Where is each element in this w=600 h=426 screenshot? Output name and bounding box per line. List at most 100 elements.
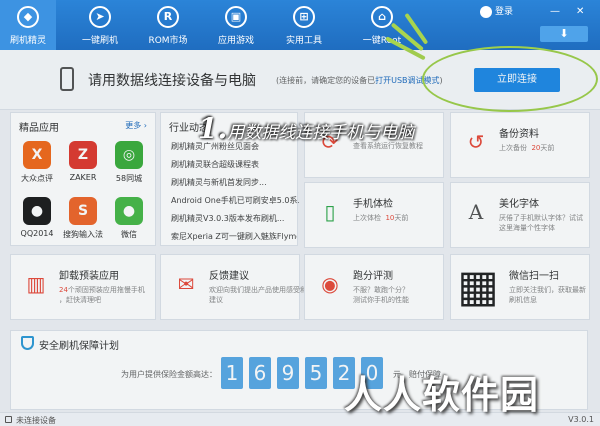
font-sub: 厌倦了手机默认字体？试试 [499,214,583,222]
trash-icon: ▥ [26,272,46,296]
sogou-icon: S [69,197,97,225]
security-label: 为用户提供保险金额高达： [121,370,217,379]
feedback-sub: 欢迎向我们提出产品使用感受和 [209,286,307,294]
login-label: 登录 [495,7,514,17]
app-dianping[interactable]: X 大众点评 [17,141,57,184]
amount-digit: 1 [221,357,243,389]
app-zaker[interactable]: Z ZAKER [63,141,103,182]
shield-icon [21,336,34,350]
qrcode-sub: 立即关注我们，获取最新 [509,286,586,294]
close-button[interactable]: ✕ [576,6,584,17]
watermark: 人人软件园 [344,373,540,417]
connect-note-prefix: (连接前，请确定您的设备已 [276,76,376,85]
58-icon: ◎ [115,141,143,169]
amount-digit: 9 [277,357,299,389]
font-title: 美化字体 [499,199,539,210]
benchmark-card[interactable]: ◉ 跑分评测 不服？敢跑个分？ 测试你手机的性能 [304,254,444,320]
news-item[interactable]: 刷机精灵联合超级课程表 [171,159,299,170]
tools-icon: ⊞ [293,6,315,28]
phone-check-icon: ▯ [324,200,336,224]
nav-label: 一键刷机 [81,36,118,46]
featured-apps-title: 精品应用 [19,123,59,134]
app-label: ZAKER [69,173,97,182]
backup-card[interactable]: ↺ 备份资料 上次备份 20天前 [450,112,590,178]
amount-digit: 6 [249,357,271,389]
wechat-qr-card[interactable]: ▦ 微信扫一扫 立即关注我们，获取最新 刷机信息 [450,254,590,320]
annotation-text: 用数据线连接手机与电脑 [227,123,415,143]
more-link[interactable]: 更多 › [125,120,147,131]
nav-item-rom-market[interactable]: R ROM市场 [140,0,196,50]
connect-note: (连接前，请确定您的设备已打开USB调试模式) [276,75,443,86]
nav-item-home[interactable]: ◆ 刷机精灵 [0,0,56,50]
uninstall-sub: 24个顽固预装应用拖慢手机 [59,285,145,295]
top-nav-bar: ◆ 刷机精灵 ➤ 一键刷机 R ROM市场 ▣ 应用游戏 ⊞ 实用工具 ⌂ 一键… [0,0,600,50]
nav-label: ROM市场 [148,36,188,46]
amount-digit: 5 [305,357,327,389]
nav-label: 应用游戏 [217,36,254,46]
annotation-number: 1. [198,112,228,145]
backup-sub-prefix: 上次备份 [499,144,527,152]
feedback-sub2: 建议 [209,296,223,304]
backup-sub: 上次备份 20天前 [499,143,554,153]
benchmark-sub: 不服？敢跑个分？ [353,286,409,294]
app-qq[interactable]: ● QQ2014 [17,197,57,238]
feedback-title: 反馈建议 [209,271,249,282]
app-label: 搜狗输入法 [63,230,103,239]
benchmark-sub2: 测试你手机的性能 [353,296,409,304]
connect-title: 请用数据线连接设备与电脑 [88,73,256,89]
uninstall-title: 卸载预装应用 [59,271,119,282]
nav-item-one-click-root[interactable]: ⌂ 一键Root [354,0,410,50]
app-sogou[interactable]: S 搜狗输入法 [63,197,103,240]
app-label: 58同城 [115,174,143,183]
checkup-title: 手机体检 [353,199,393,210]
rocket-icon: ➤ [89,6,111,28]
download-icon: ⬇ [559,27,569,40]
news-item[interactable]: 刷机精灵与新机首发同步... [171,177,299,188]
uninstall-sub-text: 个顽固预装应用拖慢手机 [67,286,145,294]
qrcode-icon: ▦ [457,261,499,312]
nav-item-tools[interactable]: ⊞ 实用工具 [276,0,332,50]
app-58[interactable]: ◎ 58同城 [109,141,149,184]
benchmark-title: 跑分评测 [353,271,393,282]
avatar-icon [480,5,492,18]
font-icon: A [468,200,484,224]
uninstall-sub2: ，赶快清理吧 [59,296,101,304]
news-item[interactable]: 索尼Xperia Z可一键刷入魅族Flyme... [171,231,297,242]
app-label: 大众点评 [21,174,53,183]
backup-icon: ↺ [467,130,485,154]
connection-status: 未连接设备 [16,416,56,425]
nav-item-one-click-flash[interactable]: ➤ 一键刷机 [72,0,128,50]
font-card[interactable]: A 美化字体 厌倦了手机默认字体？试试 这里海量个性字体 [450,182,590,248]
uninstall-card[interactable]: ▥ 卸载预装应用 24个顽固预装应用拖慢手机 ，赶快清理吧 [10,254,156,320]
login-link[interactable]: 登录 [480,4,513,18]
app-label: QQ2014 [20,229,54,238]
wechat-icon: ● [115,197,143,225]
connect-now-button[interactable]: 立即连接 [474,68,560,92]
qq-icon: ● [23,197,51,225]
nav-label: 实用工具 [285,36,322,46]
backup-title: 备份资料 [499,129,539,140]
uninstall-count: 24 [59,286,68,294]
benchmark-icon: ◉ [321,272,339,296]
feedback-card[interactable]: ✉ 反馈建议 欢迎向我们提出产品使用感受和 建议 [160,254,307,320]
featured-apps-panel: 精品应用 更多 › X 大众点评 Z ZAKER ◎ 58同城 ● QQ2014… [10,112,156,246]
font-sub2: 这里海量个性字体 [499,224,555,232]
download-button[interactable]: ⬇ [540,26,588,42]
root-icon: ⌂ [371,6,393,28]
store-icon: ▣ [225,6,247,28]
news-item[interactable]: 刷机精灵V3.0.3版本发布刷机... [171,213,299,224]
news-item[interactable]: Android One手机已可刷安卓5.0系... [171,195,299,206]
nav-label: 刷机精灵 [9,36,46,46]
shield-logo-icon: ◆ [17,6,39,28]
mail-icon: ✉ [177,272,195,296]
nav-item-apps-games[interactable]: ▣ 应用游戏 [208,0,264,50]
app-wechat[interactable]: ● 微信 [109,197,149,240]
version-label: V3.0.1 [568,415,594,424]
rom-icon: R [157,6,179,28]
checkup-card[interactable]: ▯ 手机体检 上次体检 10天前 [304,182,444,248]
checkup-sub-prefix: 上次体检 [353,214,381,222]
minimize-button[interactable]: — [550,6,560,17]
security-title: 安全刷机保障计划 [39,341,119,352]
zaker-icon: Z [69,141,97,169]
device-icon [5,416,12,423]
